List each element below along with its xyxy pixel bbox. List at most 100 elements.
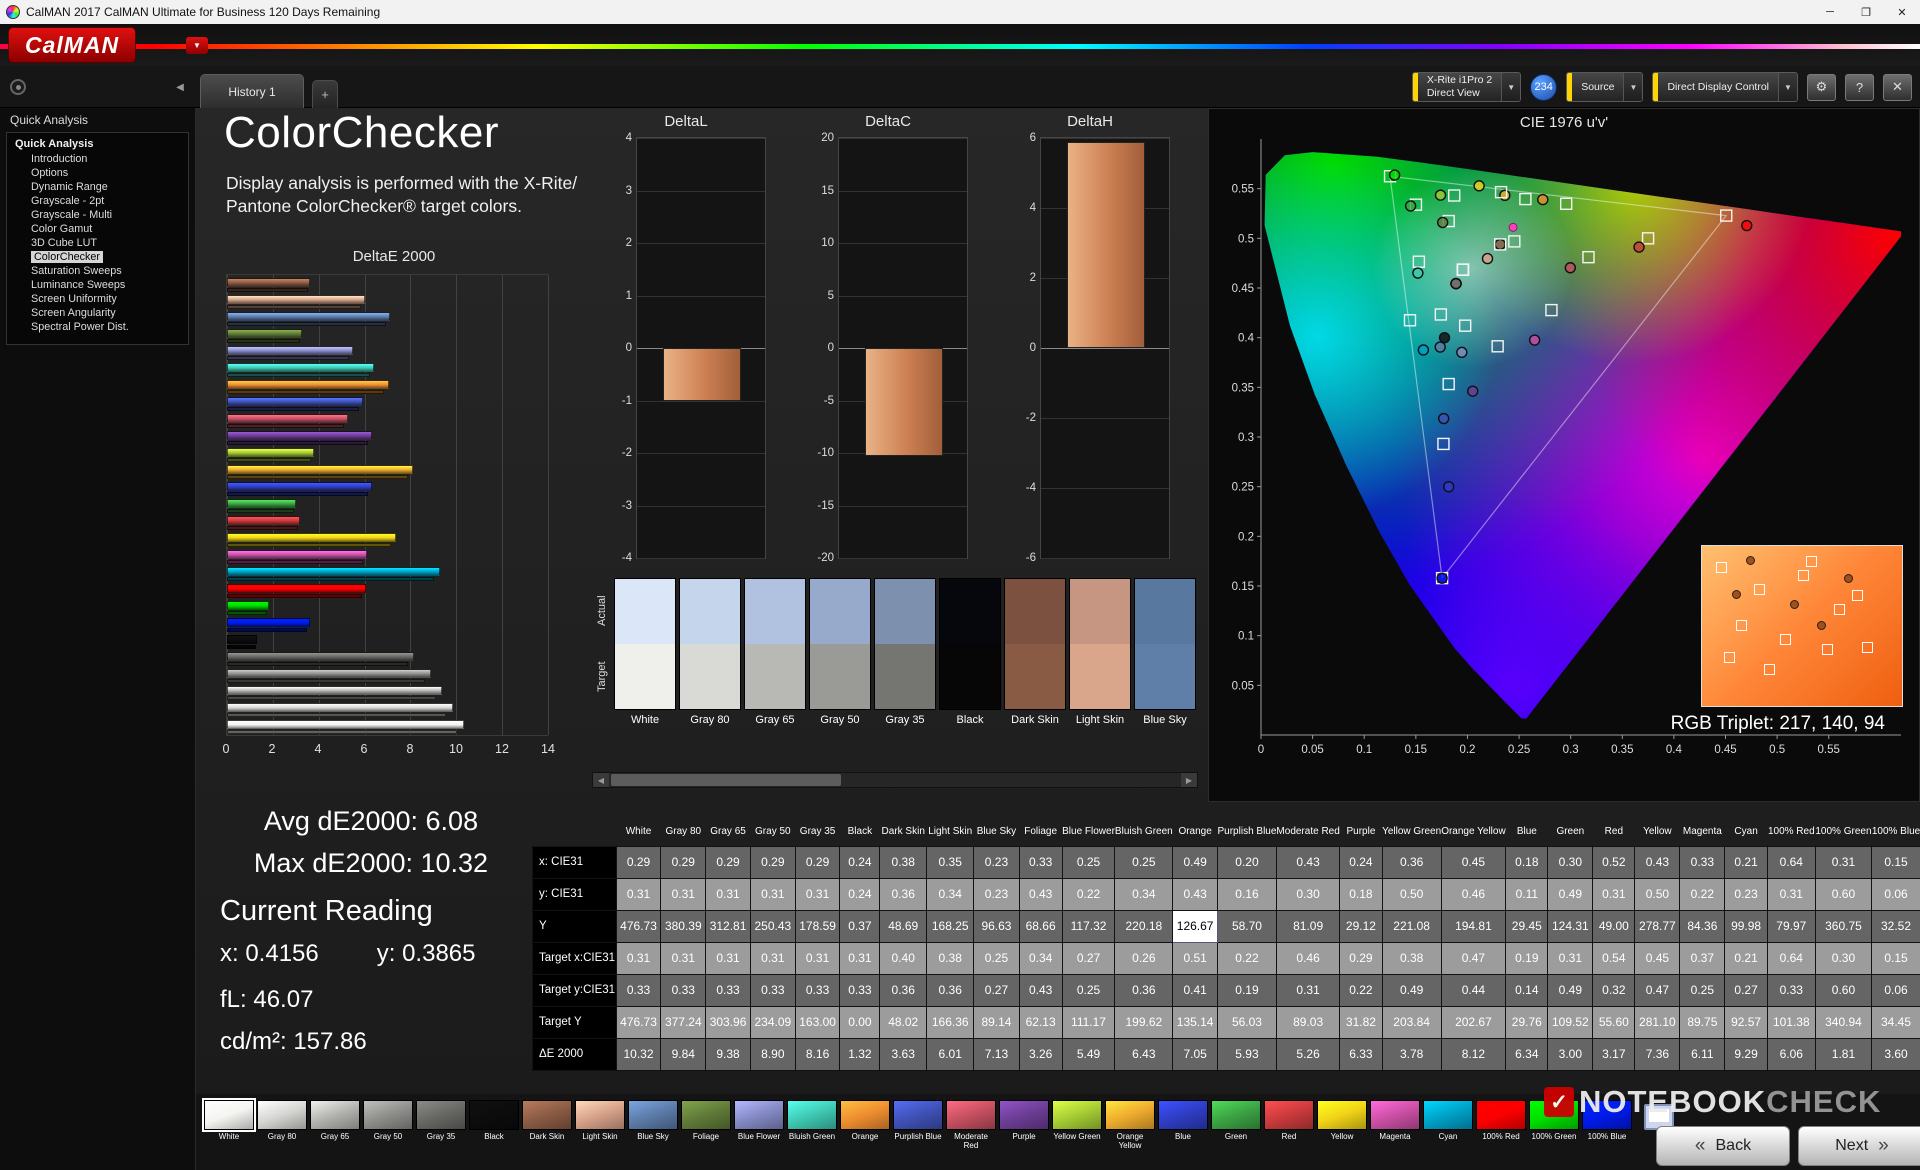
swatch-button-orange-yellow[interactable]: Orange Yellow — [1105, 1100, 1155, 1150]
swatch-button-light-skin[interactable]: Light Skin — [575, 1100, 625, 1150]
swatch-button-yellow[interactable]: Yellow — [1317, 1100, 1367, 1150]
swatch-button-dark-skin[interactable]: Dark Skin — [522, 1100, 572, 1150]
swatch-button-yellow-green[interactable]: Yellow Green — [1052, 1100, 1102, 1150]
chevron-down-icon[interactable]: ▼ — [1501, 73, 1521, 101]
table-cell: 0.35 — [926, 845, 975, 879]
swatch-button-blue[interactable]: Blue — [1158, 1100, 1208, 1150]
sidebar-item-color-gamut[interactable]: Color Gamut — [7, 222, 188, 236]
swatch-button-bluish-green[interactable]: Bluish Green — [787, 1100, 837, 1150]
sidebar-item-screen-uniformity[interactable]: Screen Uniformity — [7, 292, 188, 306]
column-header-purple: Purple — [1346, 826, 1376, 838]
gridline — [637, 505, 765, 507]
bar-secondary — [227, 407, 359, 411]
table-cell: 8.16 — [794, 1037, 841, 1071]
exit-icon[interactable]: ✕ — [1883, 73, 1912, 101]
deltae-bar-dark-skin — [227, 278, 548, 295]
record-button[interactable] — [10, 79, 26, 95]
patch-swatch-dark-skin[interactable]: Dark Skin — [1004, 578, 1066, 726]
patch-swatch-gray-35[interactable]: Gray 35 — [874, 578, 936, 726]
sidebar-item-grayscale-multi[interactable]: Grayscale - Multi — [7, 208, 188, 222]
swatch-button-gray-80[interactable]: Gray 80 — [257, 1100, 307, 1150]
swatch-button-gray-50[interactable]: Gray 50 — [363, 1100, 413, 1150]
table-cell: 92.57 — [1724, 1005, 1768, 1039]
scroll-right-icon[interactable]: ▶ — [1181, 773, 1197, 787]
patch-swatch-gray-50[interactable]: Gray 50 — [809, 578, 871, 726]
swatch-button-gray-35[interactable]: Gray 35 — [416, 1100, 466, 1150]
strip-swatches: White Gray 80 Gray 65 Gray 50 Gray 35 Black Da… — [614, 578, 1198, 726]
swatch-button-magenta[interactable]: Magenta — [1370, 1100, 1420, 1150]
swatch-button-white[interactable]: White — [202, 1098, 256, 1150]
help-icon[interactable]: ? — [1845, 73, 1874, 101]
add-tab-button[interactable]: + — [312, 80, 338, 108]
sidebar-tree-root[interactable]: Quick Analysis — [7, 136, 188, 152]
swatch-button-cyan[interactable]: Cyan — [1423, 1100, 1473, 1150]
sidebar-item-introduction[interactable]: Introduction — [7, 152, 188, 166]
table-cell: 0.34 — [1114, 877, 1174, 911]
table-cell: 0.43 — [1275, 845, 1341, 879]
notebookcheck-watermark: ✓ NOTEBOOK CHECK — [1544, 1084, 1881, 1120]
x-tick-label: 10 — [449, 742, 463, 756]
close-icon[interactable]: ✕ — [1884, 0, 1920, 24]
sidebar-item-3d-cube-lut[interactable]: 3D Cube LUT — [7, 236, 188, 250]
next-button[interactable]: Next » — [1798, 1126, 1920, 1166]
patch-swatch-gray-80[interactable]: Gray 80 — [679, 578, 741, 726]
table-cell: 0.43 — [1172, 877, 1218, 911]
swatch-button-label: Yellow Green — [1053, 1132, 1101, 1141]
logo-dropdown-icon[interactable]: ▼ — [186, 37, 208, 54]
scroll-left-icon[interactable]: ◀ — [593, 773, 609, 787]
swatch-button-foliage[interactable]: Foliage — [681, 1100, 731, 1150]
swatch-button-purplish-blue[interactable]: Purplish Blue — [893, 1100, 943, 1150]
source-dropdown[interactable]: Source ▼ — [1566, 72, 1644, 102]
chevron-down-icon[interactable]: ▼ — [1623, 73, 1643, 101]
swatch-button-gray-65[interactable]: Gray 65 — [310, 1100, 360, 1150]
swatch-color — [787, 1100, 837, 1130]
patch-swatch-gray-65[interactable]: Gray 65 — [744, 578, 806, 726]
table-cell: 0.38 — [1381, 941, 1442, 975]
sidebar-item-colorchecker[interactable]: ColorChecker — [7, 250, 188, 264]
measurement-count-badge[interactable]: 234 — [1530, 73, 1558, 101]
maximize-icon[interactable]: ❐ — [1848, 0, 1884, 24]
minimize-icon[interactable]: ─ — [1812, 0, 1848, 24]
chevron-down-icon[interactable]: ▼ — [1778, 73, 1797, 101]
sidebar-item-dynamic-range[interactable]: Dynamic Range — [7, 180, 188, 194]
swatch-button-purple[interactable]: Purple — [999, 1100, 1049, 1150]
swatch-button-green[interactable]: Green — [1211, 1100, 1261, 1150]
table-cell: 0.22 — [1217, 941, 1277, 975]
bar — [227, 516, 300, 525]
swatch-button-red[interactable]: Red — [1264, 1100, 1314, 1150]
gear-icon[interactable]: ⚙ — [1807, 73, 1836, 101]
chevron-left-icon: « — [1694, 1135, 1706, 1156]
display-control-dropdown[interactable]: Direct Display Control ▼ — [1652, 72, 1798, 102]
sidebar-item-spectral-power-dist[interactable]: Spectral Power Dist. — [7, 320, 188, 334]
swatch-button-moderate-red[interactable]: Moderate Red — [946, 1100, 996, 1150]
table-cell: 0.29 — [749, 845, 796, 879]
sidebar-item-grayscale-2pt[interactable]: Grayscale - 2pt — [7, 194, 188, 208]
swatch-button-orange[interactable]: Orange — [840, 1100, 890, 1150]
table-cell: 0.31 — [660, 877, 707, 911]
swatch-button-100-red[interactable]: 100% Red — [1476, 1100, 1526, 1150]
swatch-button-blue-flower[interactable]: Blue Flower — [734, 1100, 784, 1150]
table-cell: 0.16 — [1217, 877, 1277, 911]
back-button[interactable]: « Back — [1656, 1126, 1790, 1166]
meter-dropdown[interactable]: X-Rite i1Pro 2 Direct View ▼ — [1411, 72, 1522, 102]
sidebar-item-saturation-sweeps[interactable]: Saturation Sweeps — [7, 264, 188, 278]
sidebar-item-luminance-sweeps[interactable]: Luminance Sweeps — [7, 278, 188, 292]
patch-swatch-white[interactable]: White — [614, 578, 676, 726]
scrollbar-thumb[interactable] — [611, 774, 841, 786]
deltaL-bar — [663, 348, 741, 401]
swatch-button-blue-sky[interactable]: Blue Sky — [628, 1100, 678, 1150]
swatch-button-black[interactable]: Black — [469, 1100, 519, 1150]
swatch-color — [840, 1100, 890, 1130]
sidebar-collapse-icon[interactable]: ◀ — [172, 79, 188, 95]
patch-swatch-blue-sky[interactable]: Blue Sky — [1134, 578, 1196, 726]
horizontal-scrollbar[interactable]: ◀ ▶ — [592, 772, 1198, 788]
sidebar-item-options[interactable]: Options — [7, 166, 188, 180]
table-cell: 48.02 — [879, 1005, 928, 1039]
patch-swatch-black[interactable]: Black — [939, 578, 1001, 726]
sidebar-item-screen-angularity[interactable]: Screen Angularity — [7, 306, 188, 320]
deltae-bar-bluish-green — [227, 363, 548, 380]
calman-logo[interactable]: CalMAN — [8, 27, 137, 63]
patch-swatch-light-skin[interactable]: Light Skin — [1069, 578, 1131, 726]
tab-history-1[interactable]: History 1 — [200, 74, 304, 108]
gridline — [637, 400, 765, 402]
